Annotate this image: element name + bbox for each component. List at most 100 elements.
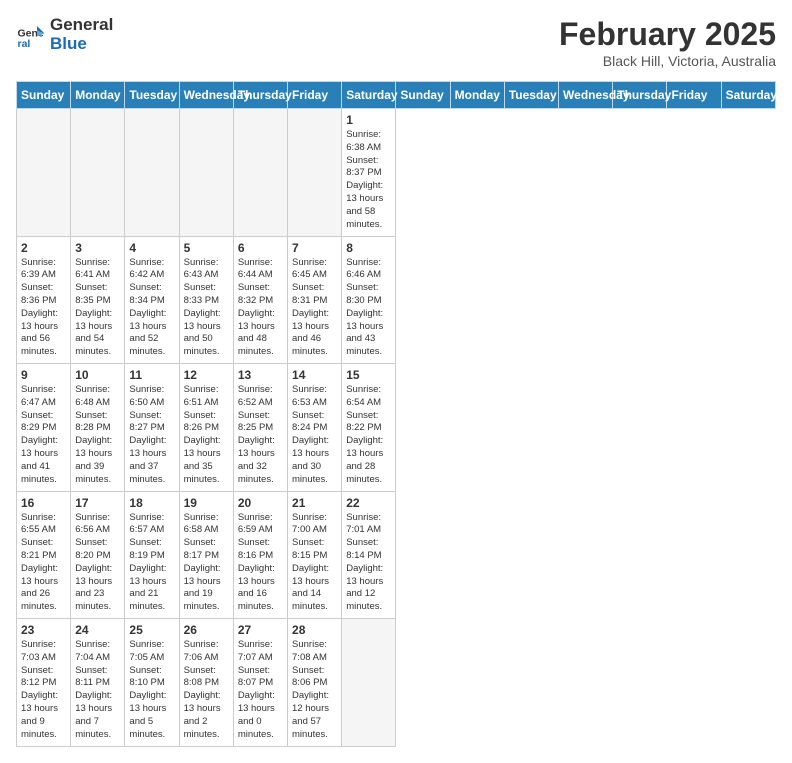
day-info: Sunrise: 6:51 AM Sunset: 8:26 PM Dayligh… <box>184 384 229 487</box>
day-info: Sunrise: 6:58 AM Sunset: 8:17 PM Dayligh… <box>184 512 229 615</box>
day-number: 2 <box>21 241 66 255</box>
day-info: Sunrise: 6:59 AM Sunset: 8:16 PM Dayligh… <box>238 512 283 615</box>
svg-text:ral: ral <box>18 38 31 50</box>
calendar-cell: 15Sunrise: 6:54 AM Sunset: 8:22 PM Dayli… <box>342 364 396 492</box>
day-info: Sunrise: 6:43 AM Sunset: 8:33 PM Dayligh… <box>184 257 229 360</box>
calendar-table: SundayMondayTuesdayWednesdayThursdayFrid… <box>16 81 776 747</box>
weekday-header-saturday: Saturday <box>342 82 396 109</box>
calendar-cell: 13 Sunrise: 6:52 AM Sunset: 8:25 PM Dayli… <box>233 364 287 492</box>
calendar-cell: 7 Sunrise: 6:45 AM Sunset: 8:31 PM Daylig… <box>288 236 342 364</box>
day-number: 7 <box>292 241 337 255</box>
day-number: 10 <box>75 368 120 382</box>
calendar-week-row: 9 Sunrise: 6:47 AM Sunset: 8:29 PM Daylig… <box>17 364 776 492</box>
calendar-cell: 1 Sunrise: 6:38 AM Sunset: 8:37 PM Daylig… <box>342 109 396 237</box>
calendar-cell: 3Sunrise: 6:41 AM Sunset: 8:35 PM Daylig… <box>71 236 125 364</box>
day-number: 16 <box>21 496 66 510</box>
day-number: 13 <box>238 368 283 382</box>
calendar-cell: 22 Sunrise: 7:01 AM Sunset: 8:14 PM Dayli… <box>342 491 396 619</box>
calendar-cell <box>179 109 233 237</box>
day-number: 23 <box>21 623 66 637</box>
title-area: February 2025 Black Hill, Victoria, Aust… <box>559 16 776 69</box>
day-number: 18 <box>129 496 174 510</box>
day-info: Sunrise: 7:05 AM Sunset: 8:10 PM Dayligh… <box>129 639 174 742</box>
weekday-header-tuesday: Tuesday <box>125 82 179 109</box>
day-info: Sunrise: 6:50 AM Sunset: 8:27 PM Dayligh… <box>129 384 174 487</box>
day-number: 28 <box>292 623 337 637</box>
calendar-cell: 2 Sunrise: 6:39 AM Sunset: 8:36 PM Daylig… <box>17 236 71 364</box>
calendar-week-row: 23 Sunrise: 7:03 AM Sunset: 8:12 PM Dayli… <box>17 619 776 747</box>
calendar-cell: 14Sunrise: 6:53 AM Sunset: 8:24 PM Dayli… <box>288 364 342 492</box>
day-info: Sunrise: 6:39 AM Sunset: 8:36 PM Dayligh… <box>21 257 66 360</box>
day-info: Sunrise: 7:08 AM Sunset: 8:06 PM Dayligh… <box>292 639 337 742</box>
header: Gene ral General Blue February 2025 Blac… <box>16 16 776 69</box>
day-info: Sunrise: 6:47 AM Sunset: 8:29 PM Dayligh… <box>21 384 66 487</box>
calendar-cell: 26Sunrise: 7:06 AM Sunset: 8:08 PM Dayli… <box>179 619 233 747</box>
day-number: 9 <box>21 368 66 382</box>
weekday-header-monday: Monday <box>450 82 504 109</box>
day-info: Sunrise: 7:06 AM Sunset: 8:08 PM Dayligh… <box>184 639 229 742</box>
calendar-week-row: 1 Sunrise: 6:38 AM Sunset: 8:37 PM Daylig… <box>17 109 776 237</box>
day-number: 20 <box>238 496 283 510</box>
calendar-week-row: 16 Sunrise: 6:55 AM Sunset: 8:21 PM Dayli… <box>17 491 776 619</box>
weekday-header-wednesday: Wednesday <box>559 82 613 109</box>
calendar-cell <box>125 109 179 237</box>
day-info: Sunrise: 7:00 AM Sunset: 8:15 PM Dayligh… <box>292 512 337 615</box>
day-number: 25 <box>129 623 174 637</box>
calendar-cell: 28 Sunrise: 7:08 AM Sunset: 8:06 PM Dayli… <box>288 619 342 747</box>
day-info: Sunrise: 6:53 AM Sunset: 8:24 PM Dayligh… <box>292 384 337 487</box>
day-info: Sunrise: 7:03 AM Sunset: 8:12 PM Dayligh… <box>21 639 66 742</box>
logo-icon: Gene ral <box>16 20 46 50</box>
day-info: Sunrise: 6:44 AM Sunset: 8:32 PM Dayligh… <box>238 257 283 360</box>
weekday-header-monday: Monday <box>71 82 125 109</box>
day-number: 22 <box>346 496 391 510</box>
location-title: Black Hill, Victoria, Australia <box>559 53 776 69</box>
calendar-cell: 5 Sunrise: 6:43 AM Sunset: 8:33 PM Daylig… <box>179 236 233 364</box>
calendar-cell: 8 Sunrise: 6:46 AM Sunset: 8:30 PM Daylig… <box>342 236 396 364</box>
day-info: Sunrise: 6:54 AM Sunset: 8:22 PM Dayligh… <box>346 384 391 487</box>
day-info: Sunrise: 6:42 AM Sunset: 8:34 PM Dayligh… <box>129 257 174 360</box>
calendar-cell <box>233 109 287 237</box>
day-info: Sunrise: 6:56 AM Sunset: 8:20 PM Dayligh… <box>75 512 120 615</box>
logo-blue: Blue <box>50 35 113 54</box>
day-info: Sunrise: 6:55 AM Sunset: 8:21 PM Dayligh… <box>21 512 66 615</box>
day-number: 11 <box>129 368 174 382</box>
day-info: Sunrise: 6:57 AM Sunset: 8:19 PM Dayligh… <box>129 512 174 615</box>
day-number: 12 <box>184 368 229 382</box>
day-info: Sunrise: 7:04 AM Sunset: 8:11 PM Dayligh… <box>75 639 120 742</box>
day-number: 27 <box>238 623 283 637</box>
month-title: February 2025 <box>559 16 776 53</box>
calendar-cell: 10Sunrise: 6:48 AM Sunset: 8:28 PM Dayli… <box>71 364 125 492</box>
weekday-header-friday: Friday <box>288 82 342 109</box>
day-number: 6 <box>238 241 283 255</box>
day-info: Sunrise: 6:46 AM Sunset: 8:30 PM Dayligh… <box>346 257 391 360</box>
calendar-cell <box>288 109 342 237</box>
day-number: 1 <box>346 113 391 127</box>
day-info: Sunrise: 6:38 AM Sunset: 8:37 PM Dayligh… <box>346 129 391 232</box>
day-number: 5 <box>184 241 229 255</box>
calendar-cell: 27Sunrise: 7:07 AM Sunset: 8:07 PM Dayli… <box>233 619 287 747</box>
day-number: 21 <box>292 496 337 510</box>
day-number: 24 <box>75 623 120 637</box>
day-number: 8 <box>346 241 391 255</box>
calendar-cell: 6 Sunrise: 6:44 AM Sunset: 8:32 PM Daylig… <box>233 236 287 364</box>
day-info: Sunrise: 6:52 AM Sunset: 8:25 PM Dayligh… <box>238 384 283 487</box>
day-number: 17 <box>75 496 120 510</box>
calendar-cell: 17 Sunrise: 6:56 AM Sunset: 8:20 PM Dayli… <box>71 491 125 619</box>
day-number: 4 <box>129 241 174 255</box>
calendar-cell: 18 Sunrise: 6:57 AM Sunset: 8:19 PM Dayli… <box>125 491 179 619</box>
weekday-header-sunday: Sunday <box>17 82 71 109</box>
weekday-header-saturday: Saturday <box>721 82 775 109</box>
weekday-header-sunday: Sunday <box>396 82 450 109</box>
calendar-cell: 24 Sunrise: 7:04 AM Sunset: 8:11 PM Dayli… <box>71 619 125 747</box>
day-info: Sunrise: 7:01 AM Sunset: 8:14 PM Dayligh… <box>346 512 391 615</box>
calendar-header-row: SundayMondayTuesdayWednesdayThursdayFrid… <box>17 82 776 109</box>
calendar-cell <box>71 109 125 237</box>
calendar-cell: 19Sunrise: 6:58 AM Sunset: 8:17 PM Dayli… <box>179 491 233 619</box>
weekday-header-thursday: Thursday <box>613 82 667 109</box>
logo: Gene ral General Blue <box>16 16 113 53</box>
calendar-cell: 12 Sunrise: 6:51 AM Sunset: 8:26 PM Dayli… <box>179 364 233 492</box>
weekday-header-tuesday: Tuesday <box>504 82 558 109</box>
day-info: Sunrise: 6:45 AM Sunset: 8:31 PM Dayligh… <box>292 257 337 360</box>
calendar-cell: 23 Sunrise: 7:03 AM Sunset: 8:12 PM Dayli… <box>17 619 71 747</box>
weekday-header-thursday: Thursday <box>233 82 287 109</box>
